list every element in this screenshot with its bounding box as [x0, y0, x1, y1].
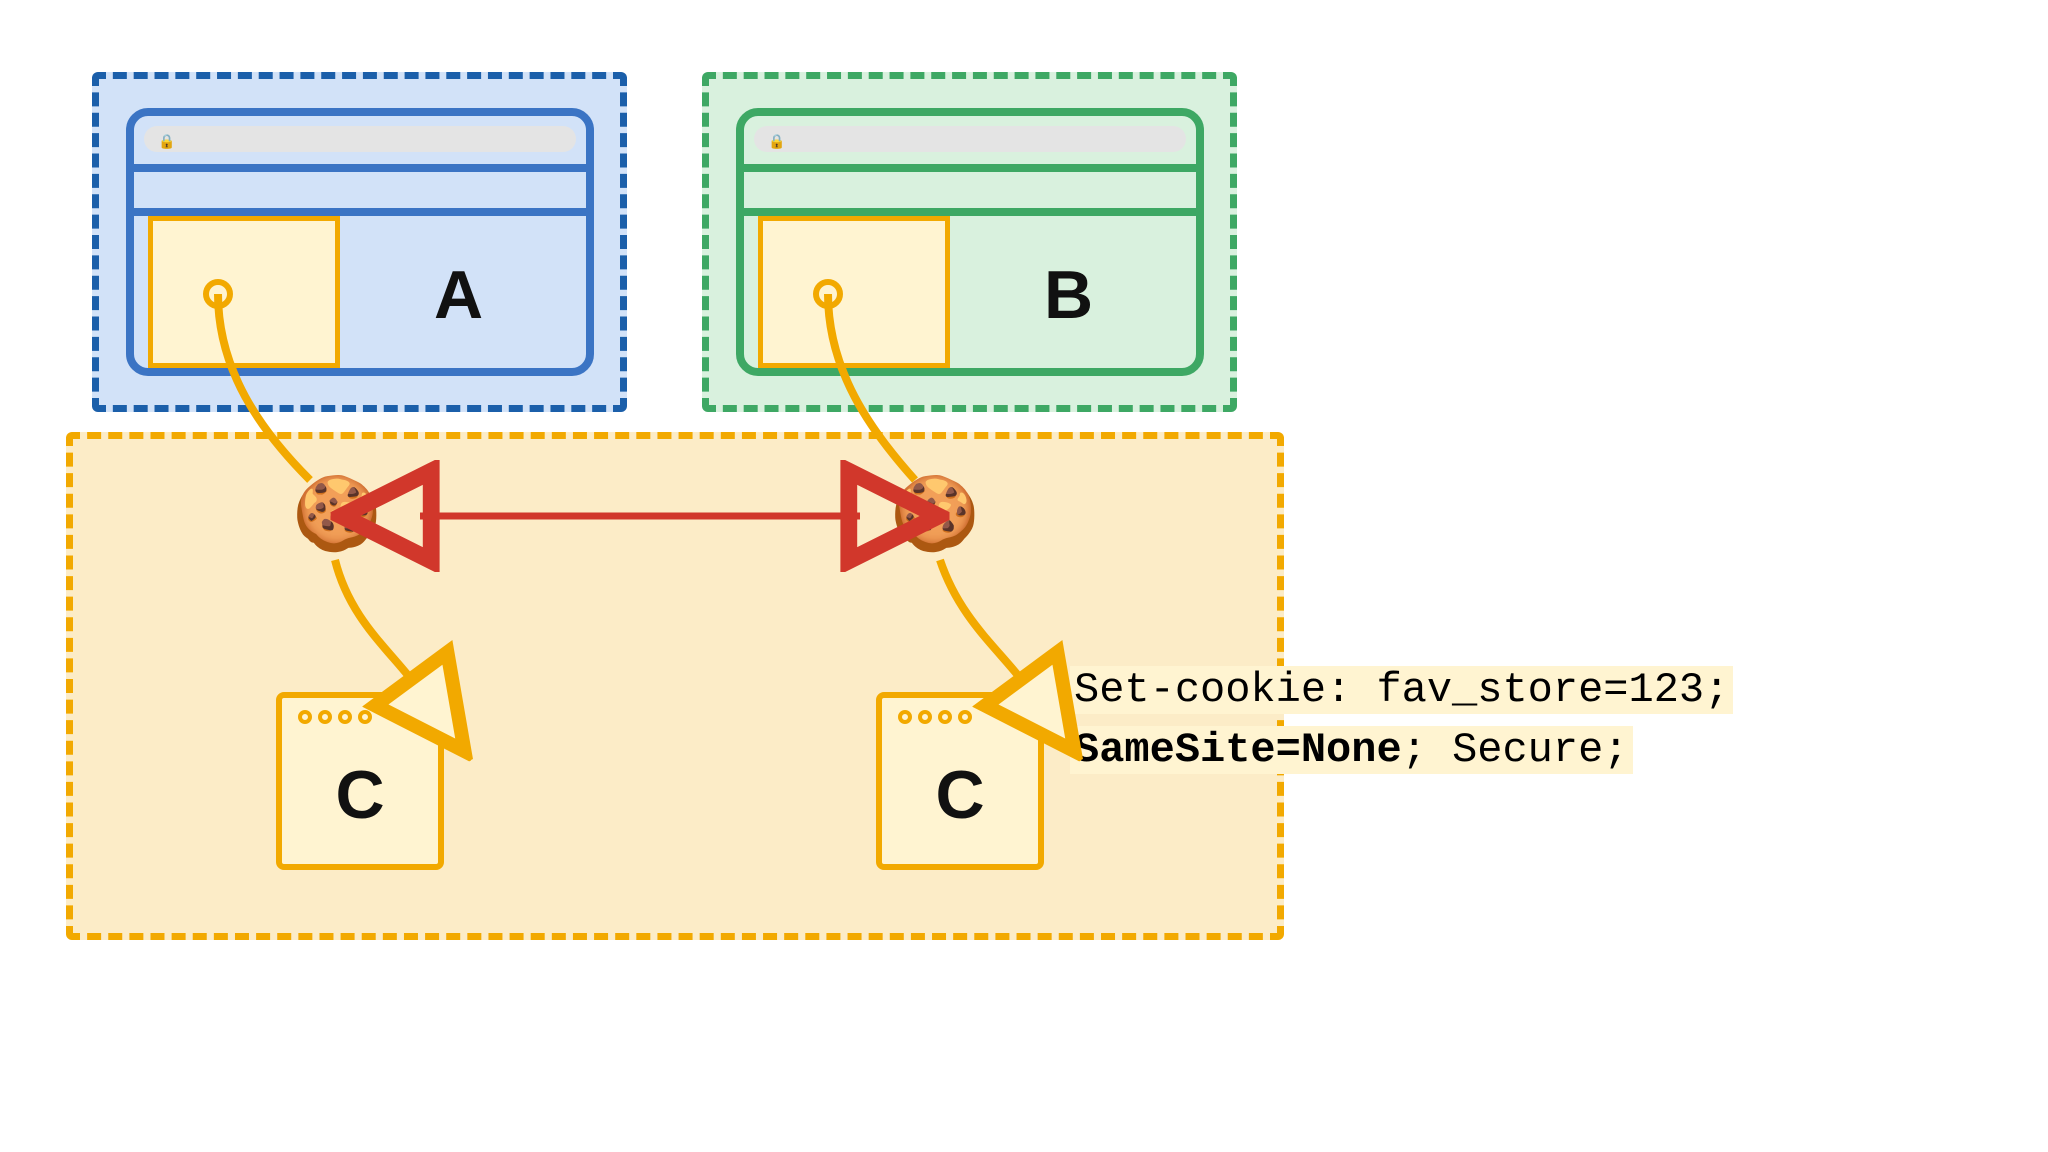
target-label-c: C [882, 756, 1038, 834]
target-label-c: C [282, 756, 438, 834]
browser-divider [134, 164, 586, 172]
browser-divider [744, 208, 1196, 216]
cookie-icon: 🍪 [890, 478, 980, 550]
url-bar: 🔒 [144, 126, 576, 152]
cookie-icon: 🍪 [292, 478, 382, 550]
browser-divider [134, 208, 586, 216]
lock-icon: 🔒 [158, 133, 175, 150]
target-window-c-right: C [876, 692, 1044, 870]
embedded-iframe-b [758, 216, 950, 368]
embedded-iframe-a [148, 216, 340, 368]
site-label-b: B [1044, 256, 1093, 334]
code-samesite-attr: SameSite=None [1074, 726, 1402, 774]
window-dots-icon [298, 710, 378, 729]
window-dots-icon [898, 710, 978, 729]
target-window-c-left: C [276, 692, 444, 870]
site-label-a: A [434, 256, 483, 334]
browser-divider [744, 164, 1196, 172]
set-cookie-header: Set-cookie: fav_store=123; SameSite=None… [1070, 660, 1733, 780]
code-rest: ; Secure; [1402, 726, 1629, 774]
lock-icon: 🔒 [768, 133, 785, 150]
browser-b: 🔒 B [736, 108, 1204, 376]
browser-a: 🔒 A [126, 108, 594, 376]
code-line-1: Set-cookie: fav_store=123; [1070, 666, 1733, 714]
url-bar: 🔒 [754, 126, 1186, 152]
